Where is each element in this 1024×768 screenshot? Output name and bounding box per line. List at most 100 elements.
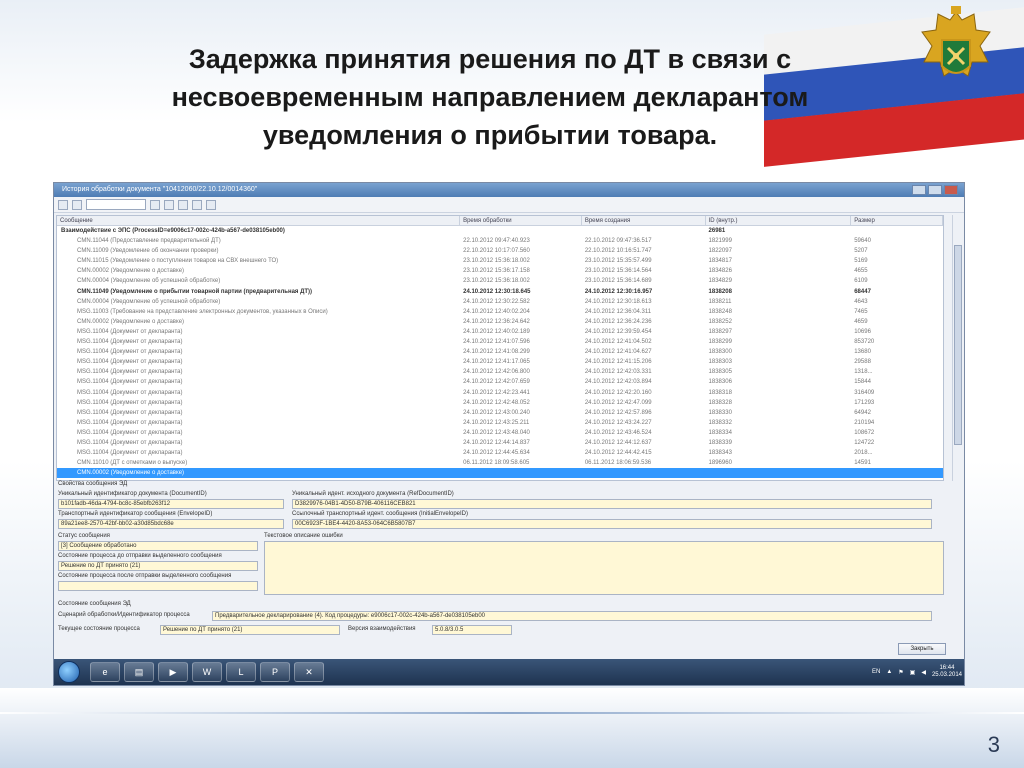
column-header[interactable]: Время обработки [460, 216, 582, 225]
tray-arrow-icon[interactable]: ▲ [886, 669, 892, 675]
table-row[interactable]: CMN.00002 (Уведомление о доставке) [57, 468, 943, 479]
table-cell: 24.10.2012 12:30:22.582 [463, 298, 530, 305]
column-header[interactable]: Время создания [582, 216, 706, 225]
table-cell [582, 226, 706, 236]
table-cell: MSG.11003 (Требование на представление э… [77, 308, 328, 315]
table-cell: MSG.11004 (Документ от декларанта) [77, 419, 183, 426]
powerpoint-icon[interactable]: P [260, 662, 290, 682]
version-field[interactable]: 5.0.8/3.0.5 [432, 625, 512, 635]
table-row[interactable]: MSG.11004 (Документ от декларанта) 24.10.… [57, 398, 943, 408]
table-cell: 24.10.2012 12:42:03.894 [584, 379, 652, 386]
table-row[interactable]: MSG.11004 (Документ от декларанта) 24.10.… [57, 428, 943, 438]
table-row[interactable]: MSG.11004 (Документ от декларанта) 24.10.… [57, 377, 943, 387]
toolbar [54, 197, 964, 213]
minimize-button[interactable] [912, 185, 926, 195]
table-cell: 1838330 [708, 409, 732, 416]
table-row[interactable]: CMN.00002 (Уведомление о доставке) 23.10.… [57, 266, 943, 276]
table-row[interactable]: MSG.11004 (Документ от декларанта) 24.10.… [57, 367, 943, 377]
table-cell: 24.10.2012 12:43:46.524 [584, 429, 652, 436]
refresh-icon[interactable] [58, 199, 68, 210]
table-row[interactable]: MSG.11004 (Документ от декларанта) 24.10.… [57, 418, 943, 428]
explorer-icon[interactable]: ▤ [124, 662, 154, 682]
table-row[interactable]: MSG.11004 (Документ от декларанта) 24.10.… [57, 408, 943, 418]
search-icon[interactable] [150, 199, 160, 210]
table-row[interactable]: CMN.00004 (Уведомление об успешной обраб… [57, 297, 943, 307]
close-button[interactable]: Закрыть [898, 643, 946, 655]
table-row[interactable]: Взаимодействие с ЭПС (ProcessID=e9006c17… [57, 226, 943, 236]
table-cell: 29588 [854, 359, 871, 366]
table-row[interactable]: MSG.11003 (Требование на представление э… [57, 307, 943, 317]
envelope-field[interactable]: 89a21ee8-2570-42bf-bb02-a30d85bdc68e [58, 519, 284, 529]
save-icon[interactable] [164, 199, 174, 210]
column-header[interactable]: ID (внутр.) [706, 216, 852, 225]
network-icon[interactable]: ▣ [910, 669, 916, 676]
table-row[interactable]: CMN.11009 (Уведомление об окончании пров… [57, 246, 943, 256]
export-icon[interactable] [178, 199, 188, 210]
column-header[interactable]: Размер [851, 216, 943, 225]
flag-icon[interactable]: ⚑ [898, 669, 903, 676]
edit-icon[interactable] [192, 199, 202, 210]
table-cell: 171293 [854, 399, 875, 406]
table-cell: 1838248 [708, 308, 732, 315]
status-field[interactable]: [3] Сообщение обработано [58, 541, 258, 551]
table-cell: 1896960 [708, 460, 732, 467]
word-icon[interactable]: W [192, 662, 222, 682]
current-state-field[interactable]: Решение по ДТ принято (21) [160, 625, 340, 635]
table-row[interactable]: MSG.11004 (Документ от декларанта) 24.10.… [57, 337, 943, 347]
table-row[interactable]: CMN.11015 (Уведомление о поступлении тов… [57, 256, 943, 266]
table-row[interactable]: MSG.11004 (Документ от декларанта) 24.10.… [57, 388, 943, 398]
before-state-field[interactable]: Решение по ДТ принято (21) [58, 561, 258, 571]
tools-icon[interactable]: ✕ [294, 662, 324, 682]
slide-title: Задержка принятия решения по ДТ в связи … [60, 40, 920, 154]
scenario-field[interactable]: Предварительное декларирование (4). Код … [212, 611, 932, 621]
after-state-field[interactable] [58, 581, 258, 591]
table-row[interactable]: MSG.11004 (Документ от декларанта) 24.10.… [57, 357, 943, 367]
table-cell: 2018... [854, 450, 873, 457]
window-close-button[interactable] [944, 185, 958, 195]
docid-field[interactable]: b101fadb-46da-4794-bc8c-85ebfb263f12 [58, 499, 284, 509]
table-cell: 124722 [854, 439, 875, 446]
table-cell: 22.10.2012 10:17:07.560 [463, 248, 530, 255]
table-row[interactable]: CMN.00004 (Уведомление об успешной обраб… [57, 276, 943, 286]
settings-icon[interactable] [72, 199, 82, 210]
footer-divider [0, 712, 1024, 714]
maximize-button[interactable] [928, 185, 942, 195]
table-cell: 24.10.2012 12:30:16.957 [584, 288, 653, 295]
column-header[interactable]: Сообщение [57, 216, 461, 225]
stop-icon[interactable] [206, 199, 216, 210]
volume-icon[interactable]: ◀ [921, 669, 926, 676]
table-cell: CMN.00002 (Уведомление о доставке) [77, 470, 185, 477]
search-input[interactable] [86, 199, 146, 210]
scrollbar-thumb[interactable] [954, 245, 962, 445]
refdocid-field[interactable]: D3829976-04B1-4D50-B79B-406116CEB821 [292, 499, 932, 509]
start-button[interactable] [58, 661, 80, 683]
table-row[interactable]: MSG.11004 (Документ от декларанта) 24.10.… [57, 448, 943, 458]
lync-icon[interactable]: L [226, 662, 256, 682]
error-label: Текстовое описание ошибки [264, 533, 343, 539]
language-indicator[interactable]: EN [872, 669, 880, 675]
clock[interactable]: 16:44 25.03.2014 [932, 665, 962, 679]
table-cell: MSG.11004 (Документ от декларанта) [77, 339, 183, 346]
table-row[interactable]: CMN.00002 (Уведомление о доставке) 24.10.… [57, 317, 943, 327]
slide-title-line: уведомления о прибытии товара. [262, 120, 718, 150]
table-row[interactable]: MSG.11004 (Документ от декларанта) 24.10.… [57, 438, 943, 448]
media-player-icon[interactable]: ▶ [158, 662, 188, 682]
table-row[interactable]: CMN.11010 (ДТ с отметками о выпуске) 06.1… [57, 458, 943, 468]
table-row[interactable]: MSG.11004 (Документ от декларанта) 24.10.… [57, 347, 943, 357]
init-envelope-field[interactable]: 00C6923F-1BE4-4420-8A53-064C6B5807B7 [292, 519, 932, 529]
table-cell: MSG.11004 (Документ от декларанта) [77, 349, 183, 356]
table-cell: 24.10.2012 12:42:23.441 [463, 389, 530, 396]
table-row[interactable]: CMN.11049 (Уведомление о прибытии товарн… [57, 287, 943, 297]
table-cell: 1838303 [708, 359, 732, 366]
table-cell: Взаимодействие с ЭПС (ProcessID=e9006c17… [61, 228, 285, 234]
table-cell [851, 468, 943, 478]
table-row[interactable]: MSG.11004 (Документ от декларанта) 24.10.… [57, 327, 943, 337]
internet-explorer-icon[interactable]: e [90, 662, 120, 682]
table-cell: 06.11.2012 18:09:58.605 [463, 460, 530, 467]
clock-date: 25.03.2014 [931, 672, 962, 678]
taskbar: e ▤ ▶ W L P ✕ EN ▲ ⚑ ▣ ◀ 16:44 25.03.201… [54, 659, 964, 685]
tree-scrollbar[interactable] [952, 215, 962, 481]
error-description-field[interactable] [264, 541, 944, 595]
table-cell: MSG.11004 (Документ от декларанта) [77, 389, 183, 396]
table-row[interactable]: CMN.11044 (Предоставление предварительно… [57, 236, 943, 246]
